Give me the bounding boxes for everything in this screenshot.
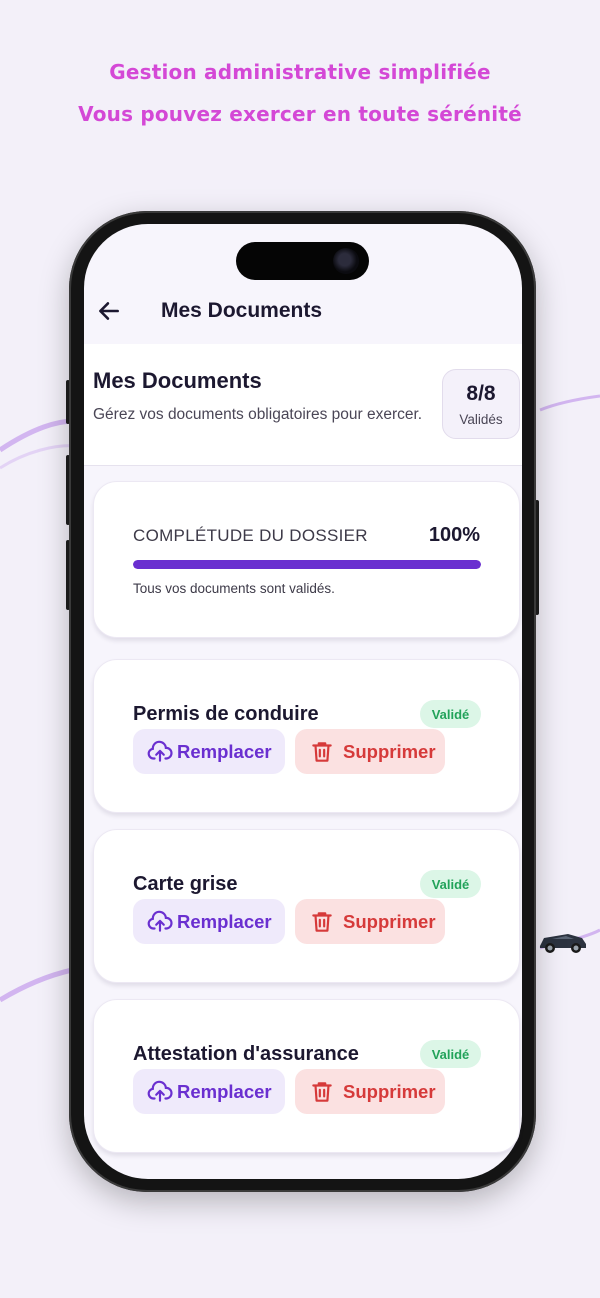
trash-icon bbox=[312, 741, 332, 762]
status-badge: Validé bbox=[420, 700, 481, 728]
trash-icon bbox=[312, 1081, 332, 1102]
front-camera bbox=[333, 248, 359, 274]
trash-icon bbox=[312, 911, 332, 932]
replace-label: Remplacer bbox=[177, 1080, 272, 1102]
completion-progress-fill bbox=[133, 560, 481, 569]
headline-line-2: Vous pouvez exercer en toute sérénité bbox=[78, 102, 522, 126]
headline-line-1: Gestion administrative simplifiée bbox=[109, 60, 491, 84]
replace-button[interactable]: Remplacer bbox=[133, 729, 285, 774]
replace-label: Remplacer bbox=[177, 740, 272, 762]
arrow-left-icon[interactable] bbox=[96, 298, 122, 324]
cloud-upload-icon bbox=[147, 910, 173, 932]
document-title: Carte grise bbox=[133, 873, 238, 895]
replace-button[interactable]: Remplacer bbox=[133, 899, 285, 944]
validated-count-value: 8/8 bbox=[466, 382, 496, 405]
nav-title: Mes Documents bbox=[161, 299, 323, 322]
cloud-upload-icon bbox=[147, 740, 173, 762]
completion-label: COMPLÉTUDE DU DOSSIER bbox=[133, 526, 368, 545]
completion-percent: 100% bbox=[428, 524, 480, 546]
replace-button[interactable]: Remplacer bbox=[133, 1069, 285, 1114]
status-badge: Validé bbox=[420, 870, 481, 898]
delete-button[interactable]: Supprimer bbox=[295, 899, 445, 944]
car-icon bbox=[540, 934, 586, 953]
delete-label: Supprimer bbox=[343, 1080, 436, 1102]
document-title: Permis de conduire bbox=[133, 703, 319, 725]
page-title: Mes Documents bbox=[93, 368, 262, 393]
delete-label: Supprimer bbox=[343, 740, 436, 762]
validated-count-label: Validés bbox=[459, 412, 503, 427]
document-title: Attestation d'assurance bbox=[133, 1043, 359, 1065]
replace-label: Remplacer bbox=[177, 910, 272, 932]
completion-progress-bar bbox=[133, 560, 481, 569]
delete-label: Supprimer bbox=[343, 910, 436, 932]
delete-button[interactable]: Supprimer bbox=[295, 729, 445, 774]
completion-note: Tous vos documents sont validés. bbox=[133, 581, 335, 596]
cloud-upload-icon bbox=[147, 1080, 173, 1102]
delete-button[interactable]: Supprimer bbox=[295, 1069, 445, 1114]
page-subtitle: Gérez vos documents obligatoires pour ex… bbox=[93, 406, 423, 423]
status-badge: Validé bbox=[420, 1040, 481, 1068]
